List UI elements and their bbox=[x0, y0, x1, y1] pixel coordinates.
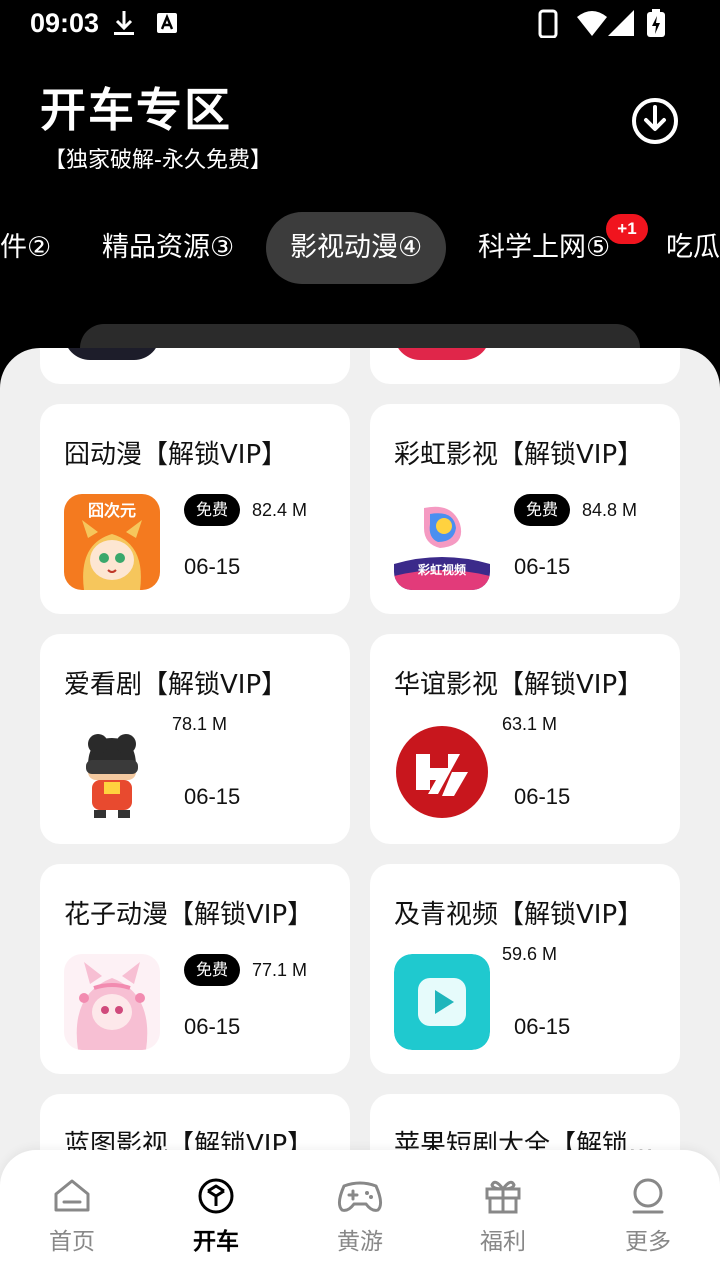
status-bar: 09:03 bbox=[0, 0, 720, 48]
signal-icon bbox=[608, 10, 634, 36]
app-name: 华谊影视【解锁VIP】 bbox=[394, 670, 644, 700]
nav-home[interactable]: 首页 bbox=[17, 1176, 127, 1256]
tab-badge: +1 bbox=[606, 214, 648, 244]
page-title: 开车专区 bbox=[40, 83, 232, 137]
tab-premium-resources[interactable]: 精品资源③ bbox=[102, 212, 234, 284]
gift-icon bbox=[485, 1180, 521, 1214]
app-name: 彩虹影视【解锁VIP】 bbox=[394, 440, 644, 470]
tab-video-anime[interactable]: 影视动漫④ bbox=[266, 212, 447, 284]
nav-label: 黄游 bbox=[337, 1229, 383, 1255]
app-date: 06-15 bbox=[184, 554, 241, 579]
app-size: 78.1 M bbox=[172, 714, 228, 734]
app-card[interactable]: 囧动漫【解锁VIP】 囧次元 免费 82.4 M 06-15 bbox=[40, 404, 350, 614]
app-size: 59.6 M bbox=[502, 944, 558, 964]
nav-label: 首页 bbox=[49, 1229, 95, 1255]
app-date: 06-15 bbox=[184, 1014, 241, 1039]
download-icon[interactable] bbox=[630, 96, 680, 146]
nav-benefits[interactable]: 福利 bbox=[448, 1176, 558, 1256]
app-card[interactable]: 彩虹影视【解锁VIP】 彩虹视频 免费 84.8 M 06-15 bbox=[370, 404, 680, 614]
app-card[interactable]: 花子动漫【解锁VIP】 免费 77.1 M 06-15 bbox=[40, 864, 350, 1074]
anime-girl-icon bbox=[64, 954, 160, 1050]
app-card[interactable]: 及青视频【解锁VIP】 59.6 M 06-15 bbox=[370, 864, 680, 1074]
app-card-partial[interactable] bbox=[370, 348, 680, 384]
nav-label: 更多 bbox=[625, 1229, 671, 1255]
app-card-partial[interactable] bbox=[40, 348, 350, 384]
free-badge: 免费 bbox=[184, 954, 240, 986]
status-time: 09:03 bbox=[30, 8, 100, 38]
tab-software[interactable]: 件② bbox=[0, 212, 51, 284]
app-name: 囧动漫【解锁VIP】 bbox=[64, 440, 288, 470]
app-size: 82.4 M bbox=[252, 500, 308, 520]
app-size: 77.1 M bbox=[252, 960, 308, 980]
app-icon bbox=[64, 348, 160, 360]
app-size: 63.1 M bbox=[502, 714, 558, 734]
nav-drive[interactable]: 开车 bbox=[161, 1176, 271, 1256]
nav-label: 开车 bbox=[193, 1229, 239, 1255]
huayi-logo-icon bbox=[394, 724, 490, 820]
svg-text:彩虹视频: 彩虹视频 bbox=[417, 562, 466, 577]
home-icon bbox=[54, 1179, 90, 1212]
font-status-icon bbox=[157, 13, 177, 33]
jiong-anime-icon: 囧次元 bbox=[64, 494, 160, 590]
app-date: 06-15 bbox=[514, 1014, 571, 1039]
svg-text:囧次元: 囧次元 bbox=[88, 501, 136, 520]
free-badge: 免费 bbox=[514, 494, 570, 526]
download-status-icon bbox=[114, 11, 134, 35]
nav-games[interactable]: 黄游 bbox=[305, 1176, 415, 1256]
app-date: 06-15 bbox=[514, 784, 571, 809]
free-badge: 免费 bbox=[184, 494, 240, 526]
page-subtitle: 【独家破解-永久免费】 bbox=[44, 148, 272, 173]
tab-vpn[interactable]: 科学上网⑤ bbox=[478, 212, 610, 284]
battery-charging-icon bbox=[647, 9, 665, 37]
bottom-nav: 首页 开车 黄游 福利 更多 bbox=[0, 1150, 720, 1280]
tab-gossip[interactable]: 吃瓜 bbox=[666, 212, 720, 284]
wifi-icon bbox=[577, 11, 607, 36]
vr-robot-icon bbox=[64, 724, 160, 820]
nav-more[interactable]: 更多 bbox=[593, 1176, 703, 1256]
app-date: 06-15 bbox=[514, 554, 571, 579]
app-grid-panel: 囧动漫【解锁VIP】 囧次元 免费 82.4 M 06-15 彩虹影视【解锁VI… bbox=[0, 348, 720, 1280]
gamepad-icon bbox=[337, 1181, 383, 1212]
rainbow-video-icon: 彩虹视频 bbox=[394, 494, 490, 590]
phone-status-icon bbox=[538, 9, 558, 38]
person-icon bbox=[632, 1178, 664, 1214]
app-card[interactable]: 华谊影视【解锁VIP】 63.1 M 06-15 bbox=[370, 634, 680, 844]
app-date: 06-15 bbox=[184, 784, 241, 809]
app-size: 84.8 M bbox=[582, 500, 638, 520]
app-icon bbox=[394, 348, 490, 360]
app-name: 花子动漫【解锁VIP】 bbox=[64, 900, 314, 930]
nav-label: 福利 bbox=[480, 1229, 526, 1255]
app-name: 及青视频【解锁VIP】 bbox=[394, 900, 644, 930]
app-name: 爱看剧【解锁VIP】 bbox=[64, 670, 288, 700]
play-button-icon bbox=[394, 954, 490, 1050]
app-card[interactable]: 爱看剧【解锁VIP】 78.1 M 06-15 bbox=[40, 634, 350, 844]
cube-icon bbox=[198, 1178, 234, 1214]
